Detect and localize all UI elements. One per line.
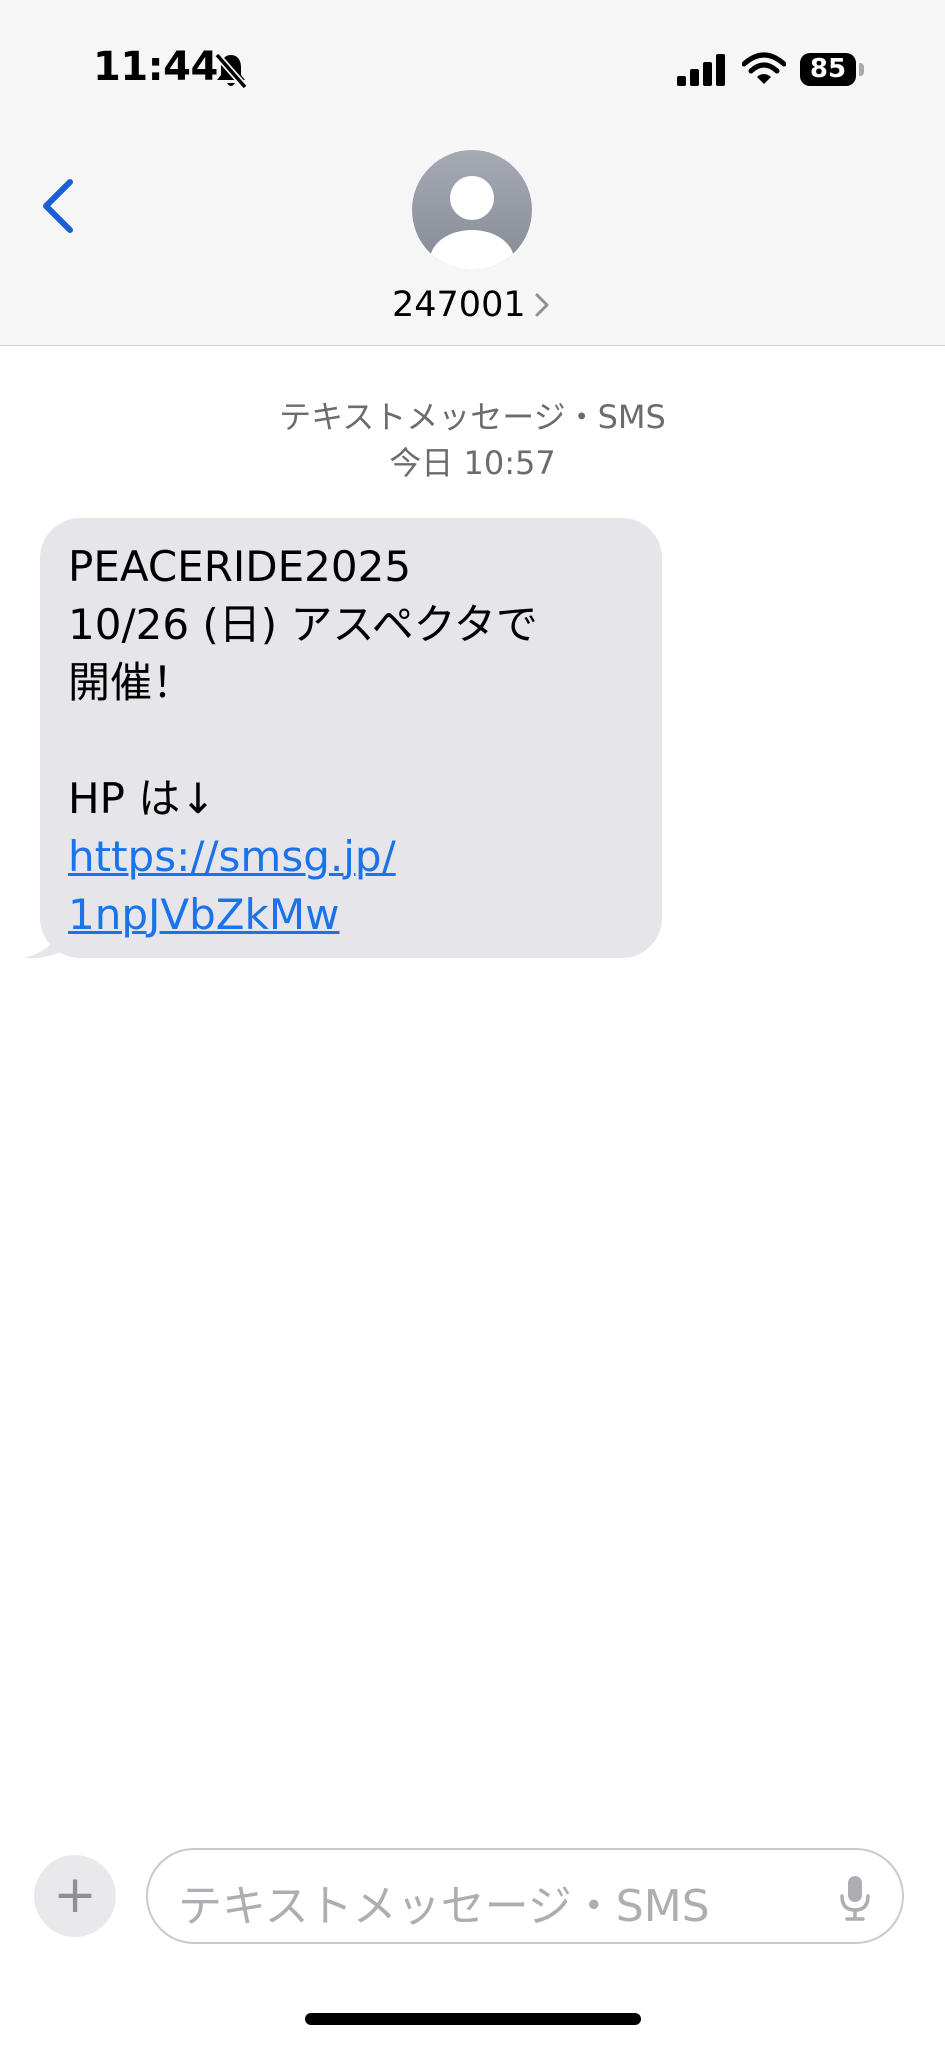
message-timestamp: 今日 10:57 bbox=[389, 444, 556, 482]
message-line: PEACERIDE2025 bbox=[68, 542, 412, 591]
home-indicator[interactable] bbox=[305, 2013, 641, 2025]
message-link[interactable]: https://smsg.jp/ bbox=[68, 828, 634, 886]
message-line: HP は↓ bbox=[68, 774, 216, 823]
service-label: テキストメッセージ・SMS bbox=[279, 398, 666, 436]
message-line: 開催！ bbox=[68, 658, 195, 707]
battery-nub bbox=[859, 63, 864, 76]
conversation-header: 11:44 85 247001 bbox=[0, 0, 945, 346]
cellular-signal-icon bbox=[677, 54, 725, 86]
battery-indicator: 85 bbox=[800, 53, 856, 86]
person-icon bbox=[430, 176, 514, 270]
add-attachment-button[interactable]: + bbox=[34, 1855, 116, 1937]
contact-name-button[interactable]: 247001 bbox=[392, 280, 552, 330]
chevron-right-icon bbox=[535, 293, 549, 317]
bell-slash-icon bbox=[214, 52, 248, 90]
message-input[interactable]: テキストメッセージ・SMS bbox=[146, 1848, 904, 1944]
message-input-placeholder: テキストメッセージ・SMS bbox=[178, 1881, 710, 1932]
message-link[interactable]: 1npJVbZkMw bbox=[68, 886, 634, 944]
chevron-left-icon[interactable] bbox=[38, 178, 78, 234]
wifi-icon bbox=[742, 52, 786, 84]
contact-name: 247001 bbox=[392, 285, 526, 325]
status-time: 11:44 bbox=[93, 44, 218, 90]
message-line: 10/26 (日) アスペクタで bbox=[68, 600, 538, 649]
message-bubble[interactable]: PEACERIDE2025 10/26 (日) アスペクタで 開催！ HP は↓… bbox=[40, 518, 662, 958]
contact-avatar[interactable] bbox=[412, 150, 532, 270]
microphone-icon[interactable] bbox=[838, 1874, 872, 1922]
